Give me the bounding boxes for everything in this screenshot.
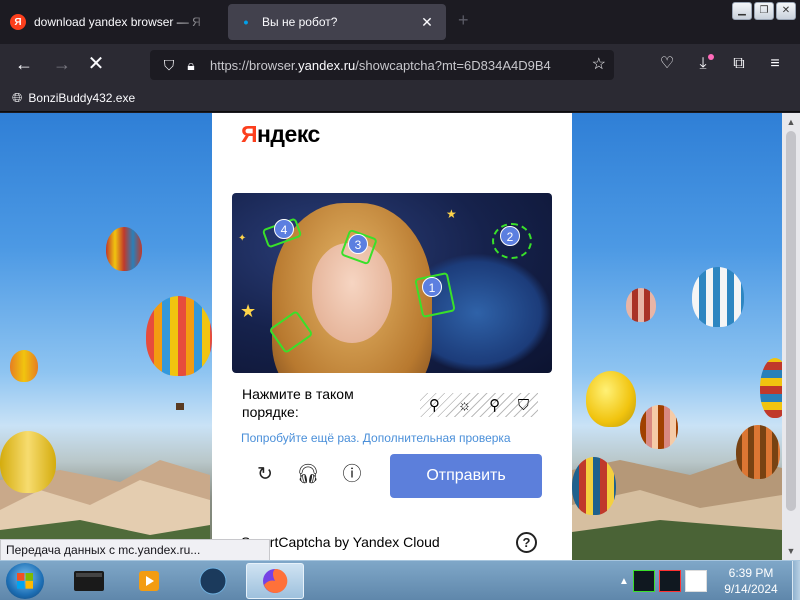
forward-arrow-icon[interactable]: → <box>50 52 74 76</box>
toolbar-actions: ♡ ⤓ ⧉ ≡ <box>656 52 786 76</box>
help-icon[interactable]: ? <box>516 532 537 553</box>
minimize-button[interactable]: ▁ <box>732 2 752 20</box>
tab-strip: Я download yandex browser — Я • Вы не ро… <box>0 0 800 44</box>
restore-button[interactable]: ❐ <box>754 2 774 20</box>
tray-app-icon[interactable] <box>632 570 655 592</box>
extra-check-link[interactable]: Дополнительная проверка <box>363 431 511 445</box>
taskbar-app-globe[interactable] <box>184 563 242 599</box>
target-shape-3-icon: ⚲ <box>489 397 501 414</box>
tab-download-yandex[interactable]: Я download yandex browser — Я <box>0 4 222 40</box>
tab-title: download yandex browser — Я <box>34 15 201 29</box>
pocket-icon[interactable]: ♡ <box>656 52 678 76</box>
target-shape-4-icon: ⛉ <box>517 396 530 414</box>
start-button[interactable] <box>6 563 44 599</box>
taskbar-app-media-player[interactable] <box>120 563 178 599</box>
balloon-basket <box>176 403 184 410</box>
page-scrollbar[interactable]: ▲ ▼ <box>782 113 800 560</box>
media-player-icon <box>139 571 159 591</box>
tray-expand-icon[interactable]: ▲ <box>619 576 629 587</box>
address-bar[interactable]: ⛉ 🔒︎ https://browser.yandex.ru/showcaptc… <box>150 50 614 80</box>
star-icon: ★ <box>446 207 457 221</box>
tab-title: Вы не робот? <box>262 15 338 29</box>
captcha-card: Яндекс ★ ★ ✦ 1 2 3 4 Нажмите в таком пор… <box>212 113 572 560</box>
captcha-image[interactable]: ★ ★ ✦ 1 2 3 4 <box>232 193 552 373</box>
yandex-favicon-icon: Я <box>10 14 26 30</box>
close-window-button[interactable]: ✕ <box>776 2 796 20</box>
smartcaptcha-footer: SmartCaptcha by Yandex Cloud <box>241 534 440 550</box>
url-text[interactable]: https://browser.yandex.ru/showcaptcha?mt… <box>210 58 570 73</box>
firefox-icon <box>263 568 288 593</box>
hot-air-balloon <box>760 358 782 418</box>
retry-link[interactable]: Попробуйте ещё раз. <box>241 431 359 445</box>
scrollbar-thumb[interactable] <box>786 131 796 511</box>
clock-time: 6:39 PM <box>728 566 774 580</box>
shield-icon[interactable]: ⛉ <box>158 57 180 74</box>
hot-air-balloon <box>10 350 38 382</box>
info-icon[interactable]: ⓘ <box>340 463 364 487</box>
headphones-audio-icon[interactable]: 🎧︎ <box>296 463 320 487</box>
system-tray: ▲ <box>615 562 715 600</box>
yandex-logo: Яндекс <box>241 121 320 147</box>
star-icon: ★ <box>240 301 257 321</box>
hot-air-balloon <box>736 425 780 479</box>
tray-app-icon[interactable] <box>658 570 681 592</box>
bookmarks-toolbar: 🌐︎ BonziBuddy432.exe <box>0 84 800 112</box>
downloads-icon[interactable]: ⤓ <box>692 52 714 76</box>
hot-air-balloon <box>0 431 56 493</box>
tray-app-icon[interactable] <box>684 570 707 592</box>
terminal-icon <box>74 571 104 591</box>
hot-air-balloon <box>106 227 142 271</box>
loading-dot-icon: • <box>243 14 249 30</box>
globe-icon: 🌐︎ <box>12 89 23 105</box>
new-tab-icon[interactable]: + <box>458 10 469 31</box>
extensions-icon[interactable]: ⧉ <box>728 52 750 76</box>
click-marker-4[interactable]: 4 <box>274 219 294 239</box>
refresh-icon[interactable]: ↻ <box>253 463 277 487</box>
close-tab-icon[interactable]: ✕ <box>418 14 436 31</box>
taskbar-app-firefox[interactable] <box>246 563 304 599</box>
window-controls: ▁ ❐ ✕ <box>732 2 796 20</box>
scroll-down-icon[interactable]: ▼ <box>782 544 800 558</box>
navigation-toolbar: ← → ✕ ⛉ 🔒︎ https://browser.yandex.ru/sho… <box>0 44 800 84</box>
hot-air-balloon <box>146 296 212 376</box>
target-order-icons: ⚲ ☼ ⚲ ⛉ <box>420 393 538 417</box>
menu-icon[interactable]: ≡ <box>764 52 786 76</box>
windows-taskbar: ▲ 6:39 PM 9/14/2024 <box>0 560 800 600</box>
stop-loading-icon[interactable]: ✕ <box>84 52 108 76</box>
hot-air-balloon <box>572 457 616 515</box>
status-tooltip: Передача данных с mc.yandex.ru... <box>0 539 270 561</box>
star-icon: ✦ <box>238 233 247 244</box>
target-shape-2-icon: ☼ <box>457 396 472 414</box>
bookmark-star-icon[interactable]: ☆ <box>592 54 606 74</box>
back-arrow-icon[interactable]: ← <box>12 52 36 76</box>
click-marker-2[interactable]: 2 <box>500 226 520 246</box>
hot-air-balloon <box>586 371 636 427</box>
lock-icon[interactable]: 🔒︎ <box>180 57 202 74</box>
clock-date: 9/14/2024 <box>724 582 778 596</box>
submit-button[interactable]: Отправить <box>390 454 542 498</box>
hot-air-balloon <box>692 267 744 327</box>
globe-icon <box>199 567 227 595</box>
click-marker-1[interactable]: 1 <box>422 277 442 297</box>
tab-captcha[interactable]: • Вы не робот? ✕ <box>228 4 446 40</box>
show-desktop-button[interactable] <box>792 561 800 600</box>
download-indicator-dot <box>708 54 714 60</box>
taskbar-app-terminal[interactable] <box>60 563 118 599</box>
click-marker-3[interactable]: 3 <box>348 234 368 254</box>
scroll-up-icon[interactable]: ▲ <box>782 115 800 129</box>
taskbar-clock[interactable]: 6:39 PM 9/14/2024 <box>716 565 786 597</box>
target-shape-1-icon: ⚲ <box>428 397 440 414</box>
hot-air-balloon <box>640 405 678 449</box>
hot-air-balloon <box>626 288 656 322</box>
captcha-links: Попробуйте ещё раз. Дополнительная прове… <box>241 431 511 445</box>
captcha-instruction: Нажмите в таком порядке: <box>242 386 354 420</box>
bookmark-item[interactable]: BonziBuddy432.exe <box>28 91 135 105</box>
